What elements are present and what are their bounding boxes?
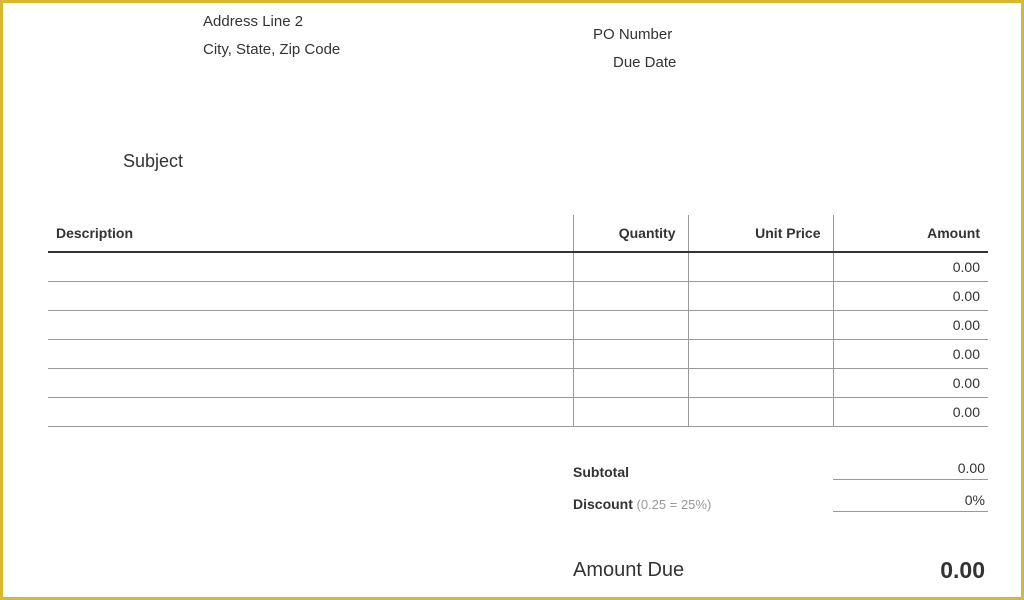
cell-unit-price[interactable]	[688, 252, 833, 281]
po-block: PO Number Due Date	[593, 21, 676, 77]
discount-label: Discount (0.25 = 25%)	[573, 496, 711, 512]
cell-description[interactable]	[48, 281, 573, 310]
subtotal-value: 0.00	[833, 460, 988, 480]
cell-unit-price[interactable]	[688, 368, 833, 397]
amount-due-value: 0.00	[940, 557, 988, 584]
cell-amount: 0.00	[833, 397, 988, 426]
header-amount: Amount	[833, 215, 988, 252]
cell-amount: 0.00	[833, 339, 988, 368]
discount-value[interactable]: 0%	[833, 492, 988, 512]
table-row: 0.00	[48, 339, 988, 368]
cell-quantity[interactable]	[573, 310, 688, 339]
cell-description[interactable]	[48, 310, 573, 339]
cell-quantity[interactable]	[573, 252, 688, 281]
cell-description[interactable]	[48, 252, 573, 281]
due-date-label: Due Date	[613, 49, 676, 77]
cell-description[interactable]	[48, 339, 573, 368]
cell-quantity[interactable]	[573, 281, 688, 310]
summary-section: Subtotal 0.00 Discount (0.25 = 25%) 0% A…	[573, 448, 988, 584]
cell-description[interactable]	[48, 368, 573, 397]
cell-quantity[interactable]	[573, 368, 688, 397]
subject-label: Subject	[123, 151, 183, 172]
cell-amount: 0.00	[833, 252, 988, 281]
header-description: Description	[48, 215, 573, 252]
amount-due-row: Amount Due 0.00	[573, 557, 988, 584]
header-unit-price: Unit Price	[688, 215, 833, 252]
city-state-zip: City, State, Zip Code	[203, 36, 340, 64]
cell-amount: 0.00	[833, 281, 988, 310]
cell-description[interactable]	[48, 397, 573, 426]
table-row: 0.00	[48, 310, 988, 339]
table-row: 0.00	[48, 281, 988, 310]
invoice-table: Description Quantity Unit Price Amount 0…	[48, 215, 988, 427]
address-line-2: Address Line 2	[203, 8, 340, 36]
discount-row: Discount (0.25 = 25%) 0%	[573, 480, 988, 512]
cell-amount: 0.00	[833, 368, 988, 397]
cell-unit-price[interactable]	[688, 397, 833, 426]
table-row: 0.00	[48, 397, 988, 426]
discount-hint: (0.25 = 25%)	[633, 497, 711, 512]
table-row: 0.00	[48, 252, 988, 281]
address-block: Address Line 2 City, State, Zip Code	[203, 8, 340, 64]
table-header-row: Description Quantity Unit Price Amount	[48, 215, 988, 252]
cell-unit-price[interactable]	[688, 281, 833, 310]
table-row: 0.00	[48, 368, 988, 397]
header-quantity: Quantity	[573, 215, 688, 252]
cell-unit-price[interactable]	[688, 310, 833, 339]
amount-due-label: Amount Due	[573, 559, 684, 582]
cell-quantity[interactable]	[573, 397, 688, 426]
subtotal-row: Subtotal 0.00	[573, 448, 988, 480]
cell-unit-price[interactable]	[688, 339, 833, 368]
header-section: Address Line 2 City, State, Zip Code PO …	[3, 3, 1021, 133]
subtotal-label: Subtotal	[573, 464, 629, 480]
po-number-label: PO Number	[593, 21, 676, 49]
cell-quantity[interactable]	[573, 339, 688, 368]
discount-label-text: Discount	[573, 496, 633, 512]
cell-amount: 0.00	[833, 310, 988, 339]
